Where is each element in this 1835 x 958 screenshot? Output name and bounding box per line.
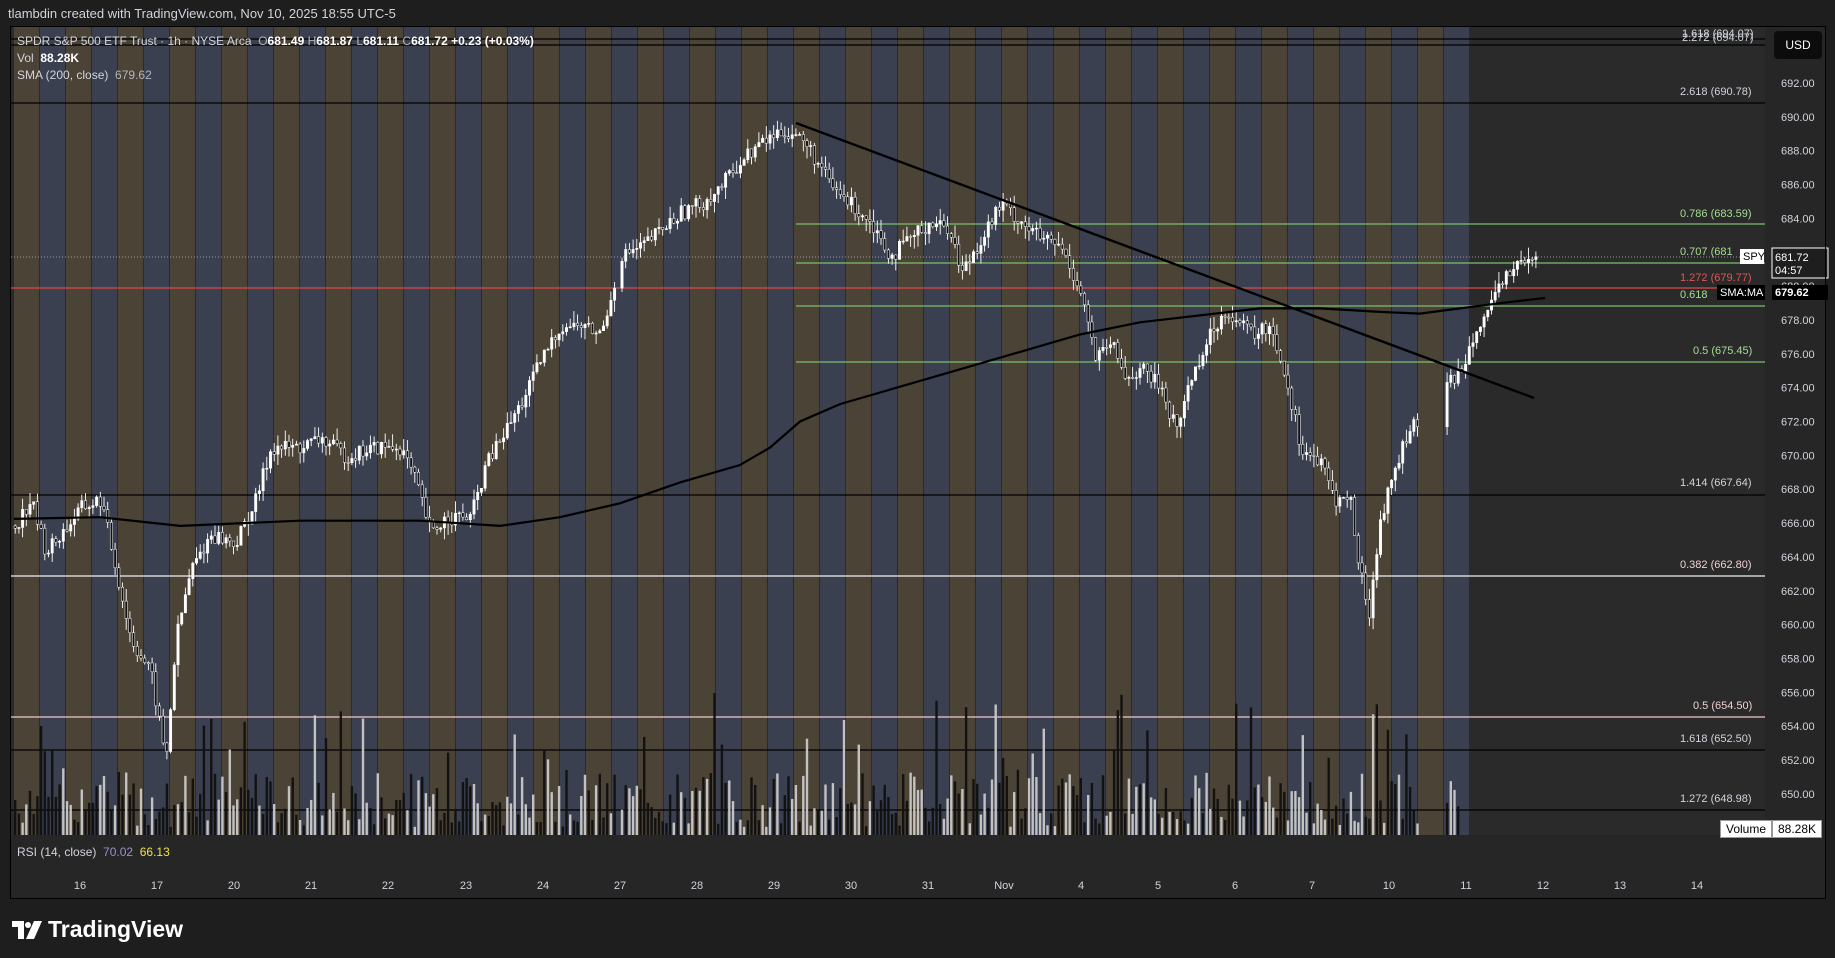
low-label: L xyxy=(356,34,363,48)
tradingview-logo[interactable]: TradingView xyxy=(12,916,183,943)
close-value: 681.72 xyxy=(411,34,448,48)
symbol-name: SPDR S&P 500 ETF Trust · 1h · NYSE Arca xyxy=(17,34,252,48)
volume-legend[interactable]: Vol 88.28K xyxy=(17,51,79,65)
close-label: C xyxy=(402,34,412,48)
volume-label: Vol xyxy=(17,51,34,65)
rsi-label: RSI (14, close) xyxy=(17,845,97,859)
sma-label: SMA (200, close) xyxy=(17,68,109,82)
tradingview-logo-icon xyxy=(12,920,42,939)
rsi-value-2: 66.13 xyxy=(139,845,170,859)
currency-button[interactable]: USD xyxy=(1774,31,1822,59)
open-label: O xyxy=(258,34,268,48)
rsi-legend[interactable]: RSI (14, close) 70.02 66.13 xyxy=(17,845,170,859)
volume-axis-label: Volume xyxy=(1720,820,1773,838)
symbol-legend[interactable]: SPDR S&P 500 ETF Trust · 1h · NYSE Arca … xyxy=(17,34,534,48)
sma-legend[interactable]: SMA (200, close) 679.62 xyxy=(17,68,152,82)
sma-value: 679.62 xyxy=(115,68,152,82)
tradingview-wordmark: TradingView xyxy=(48,916,184,942)
high-value: 681.87 xyxy=(316,34,353,48)
chart-frame xyxy=(10,26,1826,899)
low-value: 681.11 xyxy=(363,34,400,48)
rsi-value-1: 70.02 xyxy=(103,845,134,859)
change-value: +0.23 (+0.03%) xyxy=(451,34,534,48)
volume-value: 88.28K xyxy=(40,51,80,65)
open-value: 681.49 xyxy=(267,34,305,48)
high-label: H xyxy=(307,34,317,48)
volume-axis-value: 88.28K xyxy=(1772,820,1823,838)
